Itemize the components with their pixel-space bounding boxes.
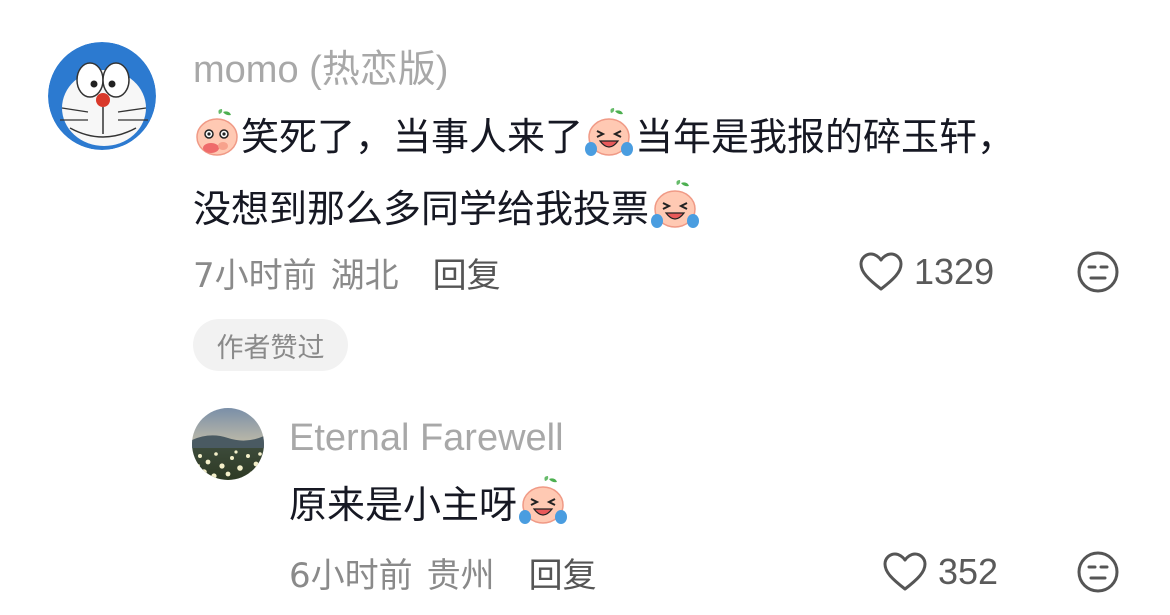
reply-time: 6小时前 — [289, 555, 413, 596]
reply-reply-button[interactable]: 回复 — [529, 548, 597, 597]
reply-user-avatar[interactable] — [192, 408, 264, 480]
doraemon-avatar-image — [48, 42, 156, 150]
heart-outline-icon — [882, 551, 928, 593]
comment-time: 7小时前 — [193, 255, 317, 296]
peach-face-crying-laughing-emoji — [649, 179, 701, 231]
like-count: 1329 — [914, 251, 995, 292]
peach-face-crying-laughing-emoji — [517, 475, 569, 527]
flower-field-avatar-image — [192, 408, 264, 480]
comment-meta: 7小时前 湖北 回复 — [193, 248, 501, 297]
reply-meta: 6小时前 贵州 回复 — [289, 548, 597, 597]
reply-text-line: 原来是小主呀 — [289, 474, 569, 528]
reply-location: 贵州 — [426, 555, 495, 596]
expressionless-face-icon[interactable] — [1076, 250, 1120, 294]
comment-text-part-1: 笑死了，当事人来了 — [241, 114, 584, 159]
user-avatar[interactable] — [48, 42, 156, 150]
comment-text-part-3: 没想到那么多同学给我投票 — [193, 186, 650, 231]
peach-face-covering-mouth-emoji — [193, 108, 241, 158]
comment-text-part-2: 当年是我报的碎玉轩， — [635, 114, 1016, 159]
peach-face-crying-laughing-emoji — [583, 107, 635, 159]
like-button[interactable]: 1329 — [858, 250, 994, 294]
reply-text: 原来是小主呀 — [289, 482, 518, 527]
reply-like-count: 352 — [938, 551, 999, 592]
reply-like-button[interactable]: 352 — [882, 550, 998, 594]
comment-text-line-1: 笑死了，当事人来了 当年是我报的碎玉轩， — [193, 106, 1015, 160]
comment-thread: momo (热恋版) 笑死了，当事人来了 当年是我报的碎玉轩， 没想到那么多同学… — [0, 0, 1170, 615]
comment-location: 湖北 — [330, 255, 399, 296]
heart-outline-icon — [858, 251, 904, 293]
reply-button[interactable]: 回复 — [433, 248, 501, 297]
reply-author-name[interactable]: Eternal Farewell — [289, 416, 564, 460]
author-liked-badge: 作者赞过 — [193, 319, 348, 371]
comment-author-name[interactable]: momo (热恋版) — [193, 48, 448, 92]
comment-text-line-2: 没想到那么多同学给我投票 — [193, 178, 701, 232]
expressionless-face-icon[interactable] — [1076, 550, 1120, 594]
